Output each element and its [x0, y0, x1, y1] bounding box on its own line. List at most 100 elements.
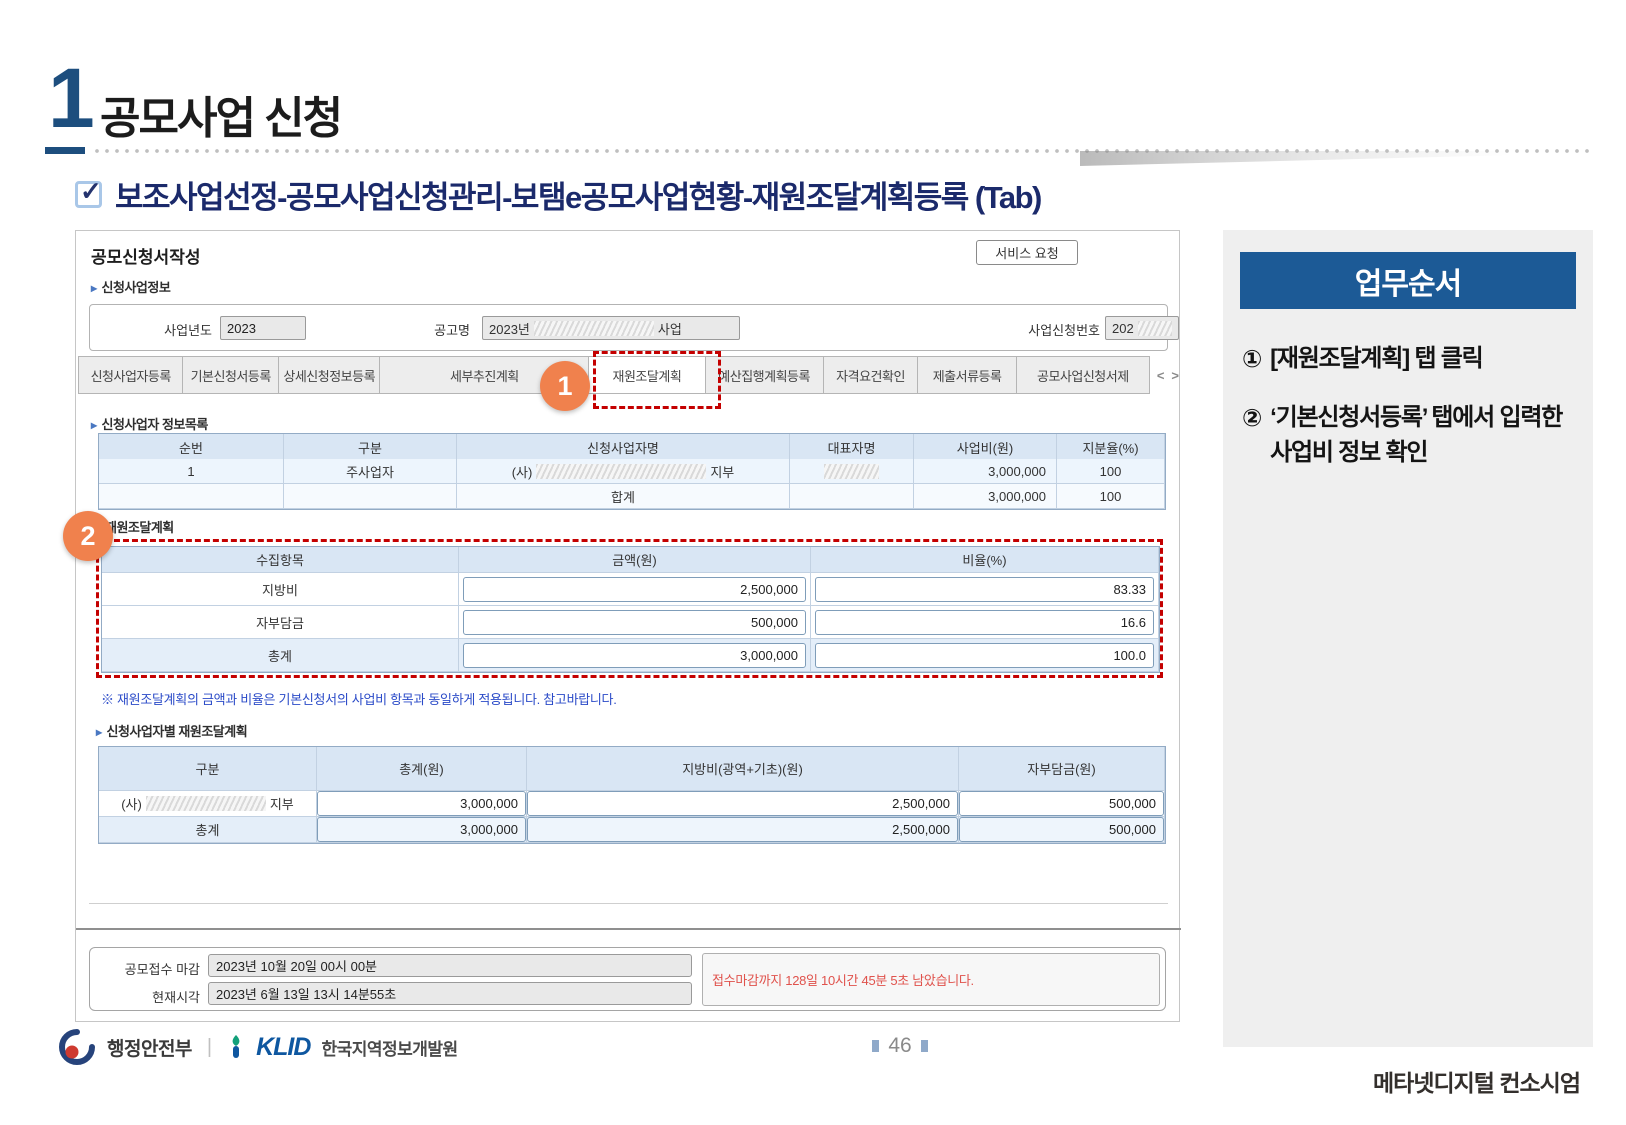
- mois-logo-icon: [58, 1028, 96, 1066]
- table-cell: 3,000,000: [914, 484, 1057, 509]
- local-fund-cell: [527, 791, 959, 817]
- funding-by-applicant-table: 구분 총계(원) 지방비(광역+기초)(원) 자부담금(원) (사) 지부 총계: [98, 746, 1166, 844]
- tab-document-submit[interactable]: 제출서류등록: [918, 356, 1017, 394]
- workflow-step-1: ① [재원조달계획] 탭 클릭: [1242, 342, 1578, 377]
- tab-detail-info[interactable]: 상세신청정보등록: [279, 356, 380, 394]
- column-header: 지방비(광역+기초)(원): [527, 747, 959, 791]
- tab-scroll-right-icon[interactable]: >: [1171, 368, 1179, 383]
- checkbox-icon: ✓: [75, 181, 102, 208]
- grand-total-input[interactable]: [317, 817, 526, 842]
- page-number: 46: [845, 1034, 955, 1058]
- tab-applicant-registration[interactable]: 신청사업자등록: [78, 356, 183, 394]
- total-cell: [317, 817, 527, 843]
- application-no-input: 202: [1105, 316, 1179, 340]
- ratio-cell: [811, 606, 1159, 639]
- local-fund-cell: [527, 817, 959, 843]
- total-cell: [317, 791, 527, 817]
- workflow-steps: ① [재원조달계획] 탭 클릭 ② ‘기본신청서등록’ 탭에서 입력한 사업비 …: [1242, 342, 1578, 494]
- page-number-decoration: [872, 1040, 879, 1052]
- content-divider: [89, 903, 1168, 904]
- amount-cell: [459, 639, 811, 672]
- tab-application-submit[interactable]: 공모사업신청서제: [1017, 356, 1150, 394]
- column-header: 비율(%): [811, 547, 1159, 573]
- column-header: 구분: [284, 434, 457, 461]
- column-header: 지분율(%): [1057, 434, 1165, 461]
- current-time-input: [208, 982, 692, 1005]
- tab-basic-application[interactable]: 기본신청서등록: [183, 356, 279, 394]
- section-number: 1: [48, 56, 95, 140]
- column-header: 대표자명: [790, 434, 914, 461]
- deadline-label: 공모접수 마감: [90, 959, 200, 978]
- total-amount-input[interactable]: [463, 643, 806, 668]
- table-cell: 100: [1057, 484, 1165, 509]
- applicant-self-fund-input[interactable]: [959, 791, 1164, 816]
- tab-qualification-check[interactable]: 자격요건확인: [824, 356, 919, 394]
- apply-info-fields: 사업년도 공고명 2023년 사업 사업신청번호 202: [89, 304, 1168, 351]
- notice-name-input: 2023년 사업: [482, 316, 740, 340]
- page-number-decoration: [921, 1040, 928, 1052]
- column-header: 구분: [99, 747, 317, 791]
- logo-separator: |: [207, 1036, 212, 1059]
- column-header: 사업비(원): [914, 434, 1057, 461]
- breadcrumb: ✓ 보조사업선정-공모사업신청관리-보탬e공모사업현황-재원조달계획등록 (Ta…: [75, 172, 1041, 217]
- local-fund-amount-input[interactable]: [463, 577, 806, 602]
- workflow-step-2: ② ‘기본신청서등록’ 탭에서 입력한 사업비 정보 확인: [1242, 401, 1578, 471]
- self-fund-cell: [959, 817, 1165, 843]
- row-label: 자부담금: [102, 606, 459, 639]
- service-request-button[interactable]: 서비스 요청: [976, 240, 1078, 265]
- grand-self-fund-input[interactable]: [959, 817, 1164, 842]
- applicant-name-cell: (사) 지부: [457, 459, 790, 484]
- ratio-cell: [811, 573, 1159, 606]
- table-cell: 1: [99, 459, 284, 484]
- klid-logo-icon: [227, 1034, 245, 1060]
- section-divider: [76, 928, 1181, 930]
- deadline-box: 공모접수 마감 현재시각 접수마감까지 128일 10시간 45분 5초 남았습…: [89, 947, 1166, 1011]
- local-fund-ratio-input[interactable]: [815, 577, 1154, 602]
- workflow-sidebar: 업무순서 ① [재원조달계획] 탭 클릭 ② ‘기본신청서등록’ 탭에서 입력한…: [1223, 230, 1593, 1047]
- funding-note: ※ 재원조달계획의 금액과 비율은 기본신청서의 사업비 항목과 동일하게 적용…: [101, 689, 617, 708]
- business-year-input: [220, 316, 306, 340]
- deadline-input: [208, 954, 692, 977]
- triangle-bullet-icon: ▸: [91, 281, 97, 295]
- amount-cell: [459, 606, 811, 639]
- tab-scroll-left-icon[interactable]: <: [1157, 368, 1165, 383]
- section-number-underline: [45, 147, 85, 154]
- remaining-time-box: 접수마감까지 128일 10시간 45분 5초 남았습니다.: [702, 953, 1160, 1006]
- section-applicant-list: ▸신청사업자 정보목록: [91, 414, 208, 433]
- applicant-local-fund-input[interactable]: [527, 791, 958, 816]
- applicant-total-input[interactable]: [317, 791, 526, 816]
- total-ratio-input[interactable]: [815, 643, 1154, 668]
- grand-local-fund-input[interactable]: [527, 817, 958, 842]
- step-badge-2: 2: [63, 511, 113, 561]
- amount-cell: [459, 573, 811, 606]
- column-header: 금액(원): [459, 547, 811, 573]
- tab-bar: 신청사업자등록 기본신청서등록 상세신청정보등록 세부추진계획 재원조달계획 예…: [78, 356, 1179, 394]
- triangle-bullet-icon: ▸: [96, 725, 102, 739]
- self-fund-ratio-input[interactable]: [815, 610, 1154, 635]
- business-year-label: 사업년도: [130, 320, 212, 339]
- table-cell: 3,000,000: [914, 459, 1057, 484]
- table-cell: [790, 484, 914, 509]
- self-fund-amount-input[interactable]: [463, 610, 806, 635]
- table-cell: [99, 484, 284, 509]
- current-time-label: 현재시각: [90, 987, 200, 1006]
- notice-name-label: 공고명: [410, 320, 470, 339]
- column-header: 총계(원): [317, 747, 527, 791]
- funding-plan-table: 수집항목 금액(원) 비율(%) 지방비 자부담금 총계: [101, 546, 1160, 673]
- tab-funding-plan[interactable]: 재원조달계획: [589, 356, 705, 394]
- ministry-name: 행정안전부: [107, 1034, 192, 1061]
- workflow-header: 업무순서: [1240, 252, 1576, 309]
- tab-budget-execution[interactable]: 예산집행계획등록: [706, 356, 824, 394]
- step-number-icon: ①: [1242, 342, 1261, 377]
- page: 1 공모사업 신청 ✓ 보조사업선정-공모사업신청관리-보탬e공모사업현황-재원…: [0, 0, 1626, 1125]
- representative-cell: [790, 459, 914, 484]
- table-cell: 100: [1057, 459, 1165, 484]
- table-cell: 주사업자: [284, 459, 457, 484]
- row-label: 지방비: [102, 573, 459, 606]
- consortium-name: 메타넷디지털 컨소시엄: [1373, 1064, 1580, 1098]
- footer-logos: 행정안전부 | KLID 한국지역정보개발원: [58, 1028, 458, 1066]
- app-screenshot: 공모신청서작성 서비스 요청 ▸신청사업정보 사업년도 공고명 2023년 사업…: [75, 230, 1180, 1022]
- column-header: 신청사업자명: [457, 434, 790, 461]
- klid-abbr: KLID: [256, 1033, 310, 1062]
- redacted-text: [536, 464, 706, 479]
